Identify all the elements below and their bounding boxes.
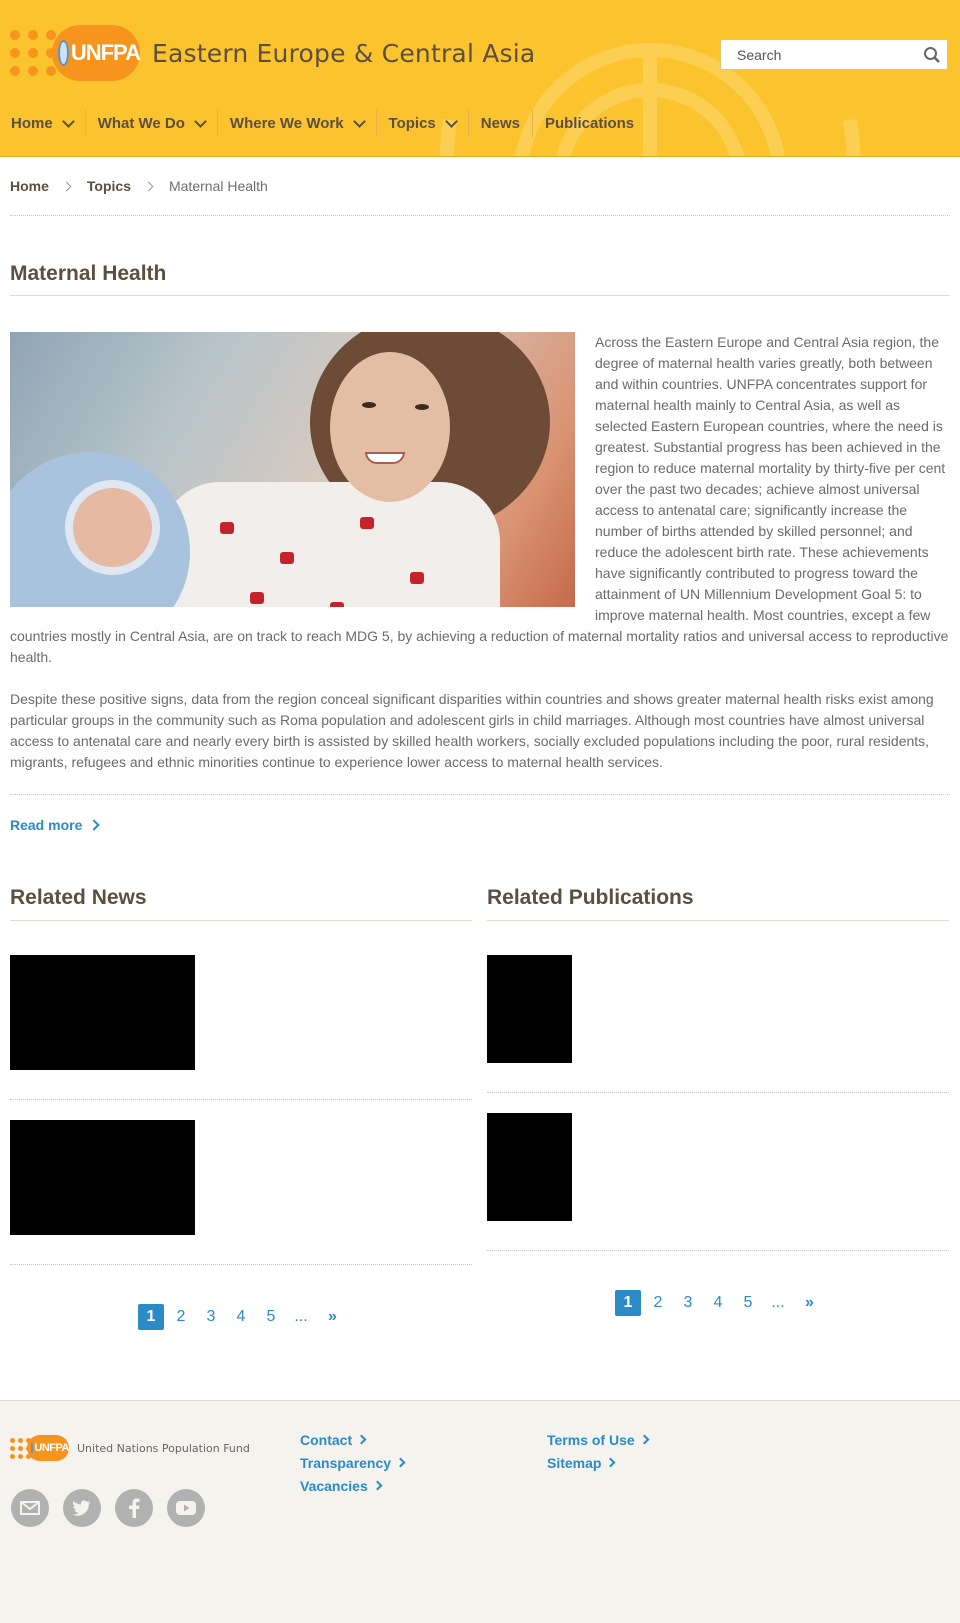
chevron-down-icon [61, 114, 75, 128]
breadcrumb-home[interactable]: Home [10, 178, 49, 194]
chevron-right-icon [395, 1457, 406, 1468]
nav-label: News [480, 114, 520, 132]
nav-publications[interactable]: Publications [533, 109, 646, 137]
breadcrumb-current: Maternal Health [168, 178, 268, 194]
chevron-right-icon [606, 1457, 616, 1468]
next-page-button[interactable]: » [795, 1290, 821, 1316]
nav-where-we-work[interactable]: Where We Work [218, 109, 377, 137]
logo-dots [10, 30, 56, 76]
social-links [11, 1489, 219, 1527]
publications-pagination: 1 2 3 4 5 ... » [615, 1290, 825, 1316]
page-4[interactable]: 4 [228, 1304, 254, 1330]
page-1[interactable]: 1 [138, 1304, 164, 1330]
page-2[interactable]: 2 [645, 1290, 671, 1316]
page-3[interactable]: 3 [198, 1304, 224, 1330]
divider [10, 1099, 472, 1100]
link-label: Vacancies [300, 1477, 368, 1494]
nav-topics[interactable]: Topics [377, 109, 469, 137]
footer-link-sitemap[interactable]: Sitemap [547, 1451, 648, 1474]
publication-thumbnail[interactable] [487, 955, 572, 1063]
logo-text: UNFPA [70, 40, 141, 65]
logo-badge: UNFPA [27, 1435, 69, 1461]
footer-links-col2: Terms of Use Sitemap [547, 1428, 650, 1474]
logo-text: UNFPA [34, 1442, 69, 1454]
nav-home[interactable]: Home [0, 109, 86, 137]
unfpa-logo[interactable]: UNFPA Eastern Europe & Central Asia [10, 25, 535, 81]
chevron-right-icon [143, 181, 154, 191]
divider [487, 1092, 949, 1093]
org-name: United Nations Population Fund [77, 1441, 250, 1455]
nav-label: Topics [388, 114, 436, 132]
link-label: Sitemap [547, 1454, 602, 1471]
un-globe-icon [31, 1442, 34, 1454]
nav-news[interactable]: News [469, 109, 533, 137]
divider [10, 920, 472, 921]
nav-what-we-do[interactable]: What We Do [86, 109, 218, 137]
read-more-link[interactable]: Read more [10, 817, 101, 833]
chevron-right-icon [639, 1434, 650, 1445]
footer-link-terms[interactable]: Terms of Use [547, 1428, 650, 1451]
page-2[interactable]: 2 [168, 1304, 194, 1330]
twitter-icon[interactable] [63, 1489, 101, 1527]
link-label: Transparency [300, 1454, 392, 1471]
footer-link-vacancies[interactable]: Vacancies [300, 1474, 404, 1497]
footer-link-contact[interactable]: Contact [300, 1428, 404, 1451]
chevron-down-icon [352, 114, 366, 128]
divider [487, 1250, 949, 1251]
email-icon[interactable] [11, 1489, 49, 1527]
facebook-icon[interactable] [115, 1489, 153, 1527]
divider [10, 295, 950, 296]
page-5[interactable]: 5 [735, 1290, 761, 1316]
youtube-icon[interactable] [167, 1489, 205, 1527]
read-more-label: Read more [10, 817, 83, 833]
divider [10, 1264, 472, 1265]
site-header: UNFPA Eastern Europe & Central Asia Home… [0, 0, 960, 157]
nav-label: Home [11, 114, 53, 132]
divider [487, 920, 949, 921]
page-5[interactable]: 5 [258, 1304, 284, 1330]
divider [10, 794, 950, 795]
link-label: Terms of Use [547, 1431, 635, 1448]
chevron-right-icon [372, 1480, 383, 1491]
news-thumbnail[interactable] [10, 1120, 195, 1235]
page-4[interactable]: 4 [705, 1290, 731, 1316]
news-pagination: 1 2 3 4 5 ... » [138, 1304, 348, 1330]
page-title: Maternal Health [10, 262, 167, 285]
news-thumbnail[interactable] [10, 955, 195, 1070]
page-ellipsis: ... [294, 1308, 308, 1325]
related-news-title: Related News [10, 886, 147, 909]
site-title: Eastern Europe & Central Asia [152, 38, 536, 68]
main-nav: Home What We Do Where We Work Topics New… [0, 108, 646, 138]
divider [10, 215, 950, 216]
related-publications-title: Related Publications [487, 886, 694, 909]
chevron-right-icon [88, 819, 101, 831]
chevron-down-icon [444, 114, 458, 128]
publication-thumbnail[interactable] [487, 1113, 572, 1221]
footer-links-col1: Contact Transparency Vacancies [300, 1428, 406, 1497]
nav-label: Where We Work [229, 114, 344, 132]
nav-label: Publications [544, 114, 635, 132]
mother-baby-photo [10, 332, 575, 607]
chevron-down-icon [194, 114, 207, 128]
un-globe-icon [58, 40, 69, 66]
page-1[interactable]: 1 [615, 1290, 641, 1316]
page-3[interactable]: 3 [675, 1290, 701, 1316]
chevron-right-icon [356, 1434, 367, 1445]
breadcrumb: Home Topics Maternal Health [10, 178, 268, 194]
site-footer: UNFPA United Nations Population Fund Con… [0, 1400, 960, 1623]
footer-logo[interactable]: UNFPA United Nations Population Fund [10, 1435, 250, 1461]
next-page-button[interactable]: » [318, 1304, 344, 1330]
search-icon[interactable] [923, 46, 941, 64]
link-label: Contact [300, 1431, 353, 1448]
page-ellipsis: ... [771, 1294, 785, 1311]
breadcrumb-topics[interactable]: Topics [87, 178, 131, 194]
second-paragraph: Despite these positive signs, data from … [10, 691, 934, 770]
logo-badge: UNFPA [52, 25, 141, 81]
footer-link-transparency[interactable]: Transparency [300, 1451, 406, 1474]
chevron-right-icon [61, 181, 72, 191]
search-box [720, 39, 948, 70]
nav-label: What We Do [97, 114, 185, 132]
search-input[interactable] [721, 46, 911, 63]
article-body: Across the Eastern Europe and Central As… [10, 332, 950, 795]
